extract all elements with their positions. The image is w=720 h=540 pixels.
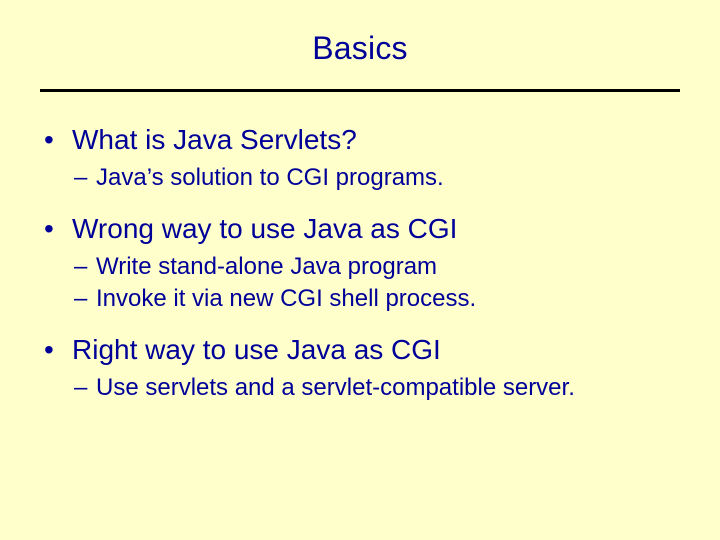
list-item: • What is Java Servlets? – Java’s soluti… [40, 122, 680, 193]
bullet-dash-icon: – [74, 163, 96, 193]
level1-text: Right way to use Java as CGI [72, 332, 680, 367]
level1-bullet: • Wrong way to use Java as CGI [40, 211, 680, 246]
level2-bullet: – Invoke it via new CGI shell process. [74, 284, 680, 314]
level2-text: Java’s solution to CGI programs. [96, 163, 680, 193]
level1-bullet: • Right way to use Java as CGI [40, 332, 680, 367]
bullet-dash-icon: – [74, 284, 96, 314]
bullet-list: • What is Java Servlets? – Java’s soluti… [40, 122, 680, 403]
list-item: • Right way to use Java as CGI – Use ser… [40, 332, 680, 403]
level2-bullet: – Use servlets and a servlet-compatible … [74, 373, 680, 403]
level2-bullet: – Write stand-alone Java program [74, 252, 680, 282]
level2-text: Use servlets and a servlet-compatible se… [96, 373, 680, 403]
title-underline [40, 89, 680, 92]
bullet-dot-icon: • [40, 332, 72, 367]
level1-text: What is Java Servlets? [72, 122, 680, 157]
slide-title: Basics [40, 30, 680, 67]
bullet-dash-icon: – [74, 252, 96, 282]
list-item: • Wrong way to use Java as CGI – Write s… [40, 211, 680, 314]
level1-text: Wrong way to use Java as CGI [72, 211, 680, 246]
bullet-dot-icon: • [40, 122, 72, 157]
level1-bullet: • What is Java Servlets? [40, 122, 680, 157]
bullet-dash-icon: – [74, 373, 96, 403]
level2-text: Invoke it via new CGI shell process. [96, 284, 680, 314]
level2-bullet: – Java’s solution to CGI programs. [74, 163, 680, 193]
level2-text: Write stand-alone Java program [96, 252, 680, 282]
bullet-dot-icon: • [40, 211, 72, 246]
